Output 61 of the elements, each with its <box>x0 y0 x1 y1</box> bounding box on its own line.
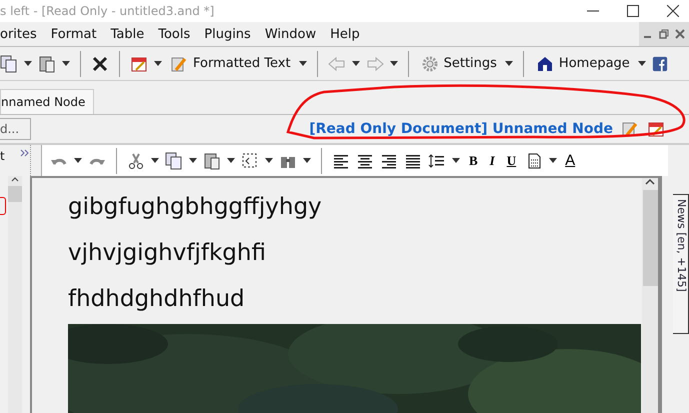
pencil-icon <box>170 54 188 72</box>
caret-icon[interactable] <box>189 158 197 163</box>
paragraph: fhdhdghdhfhud <box>68 285 246 314</box>
caret-icon[interactable] <box>74 158 82 163</box>
caret-icon[interactable] <box>227 158 235 163</box>
menu-item[interactable]: Table <box>110 26 144 42</box>
menu-item[interactable]: Help <box>330 26 360 42</box>
copy-icon[interactable] <box>165 152 183 170</box>
formatted-text-button[interactable]: Formatted Text <box>168 54 293 72</box>
scrollbar[interactable] <box>8 176 22 413</box>
panel-label: t <box>0 149 5 165</box>
paragraph: vjhvjgighvfjfkghfi <box>68 239 267 268</box>
caret-icon[interactable] <box>549 158 558 163</box>
font-color-button[interactable]: A <box>563 152 578 169</box>
arrow-up-icon[interactable] <box>11 176 19 182</box>
caret-icon[interactable] <box>154 61 162 66</box>
tab[interactable]: nnamed Node <box>0 89 94 114</box>
side-tab[interactable]: News [en, +145] <box>673 194 689 334</box>
paste-icon[interactable] <box>38 54 56 72</box>
caret-icon[interactable] <box>504 61 513 66</box>
homepage-button[interactable]: Homepage <box>534 54 632 72</box>
close-icon[interactable] <box>667 5 679 17</box>
menu-item[interactable]: Tools <box>158 26 190 42</box>
copy-icon[interactable] <box>0 54 18 72</box>
menu-item[interactable]: Window <box>264 26 316 42</box>
arrow-up-icon[interactable] <box>645 178 655 186</box>
window-title: s left - [Read Only - untitled3.and *] <box>0 4 214 18</box>
maximize-icon[interactable] <box>627 5 639 17</box>
line-spacing-icon[interactable] <box>428 152 446 170</box>
scissors-icon[interactable] <box>127 152 145 170</box>
italic-button[interactable]: I <box>486 152 498 168</box>
scrollbar-thumb[interactable] <box>642 190 658 286</box>
facebook-icon[interactable] <box>652 56 668 72</box>
bold-button[interactable]: B <box>466 152 481 168</box>
scrollbar-thumb[interactable] <box>8 186 22 202</box>
caret-icon[interactable] <box>303 158 311 163</box>
menu-item[interactable]: orites <box>0 26 37 42</box>
caret-icon[interactable] <box>151 158 159 163</box>
menu-item[interactable]: Plugins <box>204 26 251 42</box>
caret-icon[interactable] <box>62 61 70 66</box>
caret-icon[interactable] <box>265 158 273 163</box>
restore-icon[interactable] <box>659 29 669 39</box>
paragraph: gibgfughgbhggffjyhgy <box>68 193 323 222</box>
select-icon[interactable] <box>241 152 259 170</box>
caret-icon[interactable] <box>638 61 646 66</box>
calendar-icon[interactable] <box>130 54 148 72</box>
caret-icon[interactable] <box>298 61 307 66</box>
house-icon <box>536 54 554 72</box>
underline-button[interactable]: U <box>504 152 520 168</box>
chevron-icon[interactable] <box>20 149 30 157</box>
document-status: [Read Only Document] Unnamed Node <box>309 121 613 137</box>
caret-icon[interactable] <box>390 61 398 66</box>
caret-icon[interactable] <box>24 61 32 66</box>
paste-icon[interactable] <box>203 152 221 170</box>
caret-icon[interactable] <box>452 158 460 163</box>
gear-icon <box>420 54 439 72</box>
settings-button[interactable]: Settings <box>418 54 499 72</box>
node-field[interactable]: d... <box>0 118 31 140</box>
caret-icon[interactable] <box>352 61 360 66</box>
menu-item[interactable]: Format <box>50 26 97 42</box>
scrollbar[interactable] <box>642 178 658 413</box>
